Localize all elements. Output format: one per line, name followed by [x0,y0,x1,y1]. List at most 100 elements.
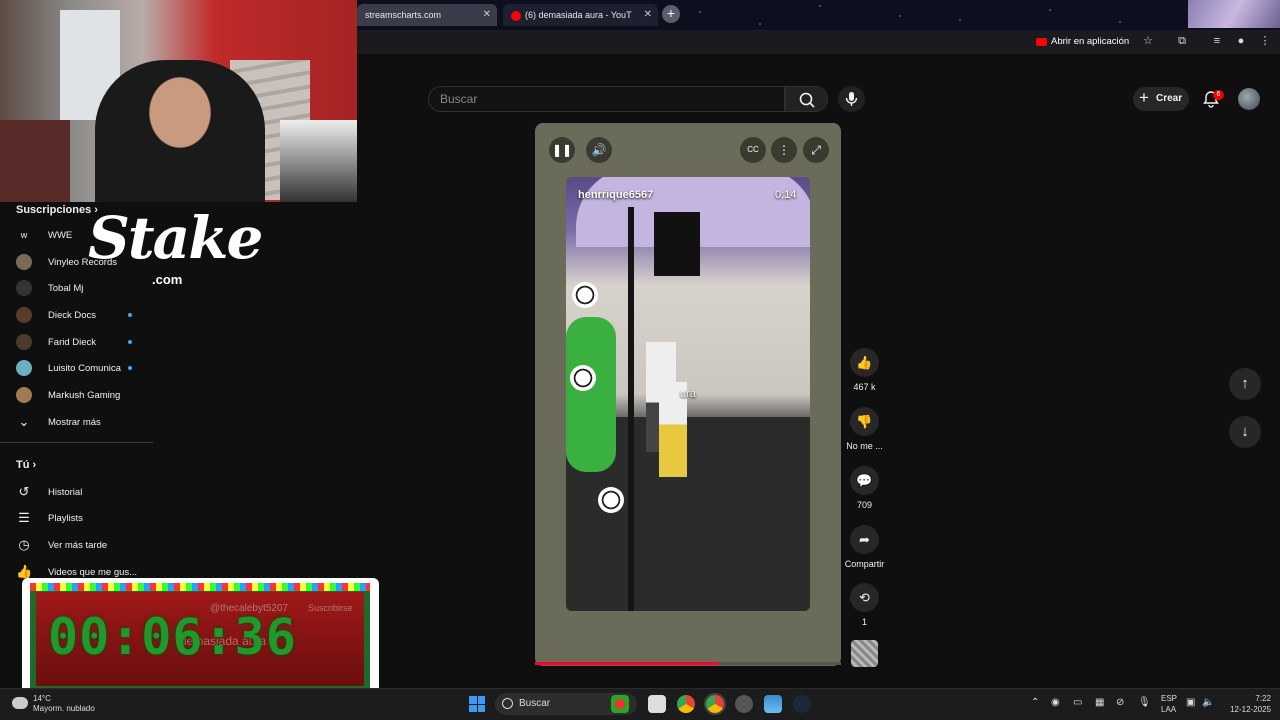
sidebar-item-history[interactable]: ↺ Historial [0,479,153,505]
sound-thumbnail[interactable] [851,640,878,667]
pause-icon: ❚❚ [551,143,573,157]
grid-app-icon[interactable]: ▦ [1095,697,1104,708]
extensions-icon[interactable]: ⧉ [1174,33,1190,49]
dislike-label: No me ... [846,441,883,451]
plus-icon: + [1139,88,1149,107]
microphone-icon[interactable]: 🎙 [1138,697,1151,708]
webcam-feed [0,0,357,202]
clock-date[interactable]: 12-12-2025 [1225,705,1271,714]
like-button[interactable]: 👍 [850,348,879,377]
display-icon[interactable]: ▣ [1186,697,1195,708]
chevron-up-icon[interactable]: ⌃ [1031,697,1039,708]
clock-icon: ◷ [18,537,30,552]
browser-menu-icon[interactable]: ⋮ [1257,33,1273,49]
pause-button[interactable]: ❚❚ [549,137,575,163]
start-button[interactable] [469,696,485,712]
sidebar-item-label: Playlists [48,512,83,524]
chrome-icon[interactable] [677,695,695,713]
close-icon[interactable]: ✕ [644,4,652,26]
tray-app-icon[interactable]: ▭ [1073,697,1082,708]
history-icon: ↺ [18,484,30,499]
tab-streamscharts[interactable]: streamscharts.com ✕ [357,4,497,26]
you-heading[interactable]: Tú › [16,459,36,471]
tab-youtube[interactable]: (6) demasiada aura - YouT ✕ [503,4,658,26]
search-input[interactable]: Buscar [428,86,785,112]
new-tab-button[interactable]: + [662,5,680,23]
photos-icon[interactable] [764,695,782,713]
previous-short-button[interactable]: ↑ [1229,368,1261,400]
weather-temperature[interactable]: 14°C [33,694,51,703]
sidebar-item-luisito-comunica[interactable]: Luisito Comunica [0,355,153,381]
discord-icon[interactable]: ◉ [1051,697,1060,708]
volume-button[interactable]: 🔊 [586,137,612,163]
sidebar-divider [0,442,153,443]
video-channel-name[interactable]: henrrique6567 [578,189,653,201]
channel-avatar [16,334,32,350]
media-queue-icon[interactable]: ≡ [1209,33,1225,49]
chrome-active-icon[interactable] [704,693,726,715]
input-layout[interactable]: LAA [1161,705,1176,714]
chevron-right-icon: › [32,459,37,471]
sidebar-item-label: Markush Gaming [48,389,121,401]
youtube-favicon-icon [511,10,521,21]
file-explorer-icon[interactable] [648,695,666,713]
stake-logo-suffix: .com [152,272,183,287]
fullscreen-button[interactable]: ⤢ [803,137,829,163]
sidebar-item-label: Farid Dieck [48,336,97,348]
chevron-down-icon: ⌄ [18,414,30,429]
captions-icon: CC [747,145,759,154]
cloud-icon [12,697,28,709]
app-icon[interactable] [735,695,753,713]
volume-icon[interactable]: 🔈 [1202,697,1214,708]
volume-icon: 🔊 [591,143,607,157]
sidebar-item-label: Ver más tarde [48,539,108,551]
next-short-button[interactable]: ↓ [1229,416,1261,448]
sidebar-item-markush-gaming[interactable]: Markush Gaming [0,382,153,408]
sidebar-item-watch-later[interactable]: ◷ Ver más tarde [0,532,153,558]
clock-time[interactable]: 7:22 [1225,694,1271,703]
fullscreen-icon: ⤢ [811,143,821,157]
search-button[interactable] [785,86,828,112]
search-icon [799,92,815,108]
open-in-app-label: Abrir en aplicación [1051,36,1130,47]
thumbs-down-icon: 👎 [856,414,873,429]
more-vertical-icon: ⋮ [778,143,790,157]
browser-theme-art [1188,0,1280,28]
arrow-up-icon: ↑ [1241,375,1249,392]
subscriptions-heading[interactable]: Suscripciones › [16,204,98,216]
sidebar-item-dieck-docs[interactable]: Dieck Docs [0,302,153,328]
channel-avatar: w [20,230,28,240]
voice-search-button[interactable] [838,86,865,112]
account-avatar[interactable] [1238,88,1260,110]
arrow-down-icon: ↓ [1241,423,1249,440]
steam-icon[interactable] [793,695,811,713]
open-in-app-button[interactable]: Abrir en aplicación [1036,34,1129,50]
search-icon [502,698,513,709]
network-off-icon[interactable]: ⊘ [1116,697,1124,708]
microphone-icon [845,92,858,106]
dislike-button[interactable]: 👎 [850,407,879,436]
subscriptions-heading-label: Suscripciones [16,204,92,216]
share-button[interactable]: ➦ [850,525,879,554]
tab-label: (6) demasiada aura - YouT [525,10,632,20]
profile-icon[interactable]: ● [1233,33,1249,49]
video-caption-text: ura [680,388,696,400]
widget-app-icon[interactable] [611,695,629,713]
more-options-button[interactable]: ⋮ [771,137,797,163]
playlists-icon: ☰ [18,510,30,525]
bookmark-star-icon[interactable]: ☆ [1140,33,1156,49]
weather-description[interactable]: Mayorm. nublado [33,704,95,713]
show-more-button[interactable]: ⌄ Mostrar más [0,409,153,435]
windows-taskbar [0,688,1280,720]
comments-button[interactable]: 💬 [850,466,879,495]
sidebar-item-playlists[interactable]: ☰ Playlists [0,505,153,531]
sidebar-item-farid-dieck[interactable]: Farid Dieck [0,329,153,355]
input-language[interactable]: ESP [1161,694,1177,703]
captions-button[interactable]: CC [740,137,766,163]
video-timestamp: 0:14 [775,189,797,201]
close-icon[interactable]: ✕ [483,4,491,26]
remix-button[interactable]: ⟲ [850,583,879,612]
video-progress-fill [535,662,719,665]
like-count: 467 k [853,382,876,392]
share-icon: ➦ [859,532,870,547]
